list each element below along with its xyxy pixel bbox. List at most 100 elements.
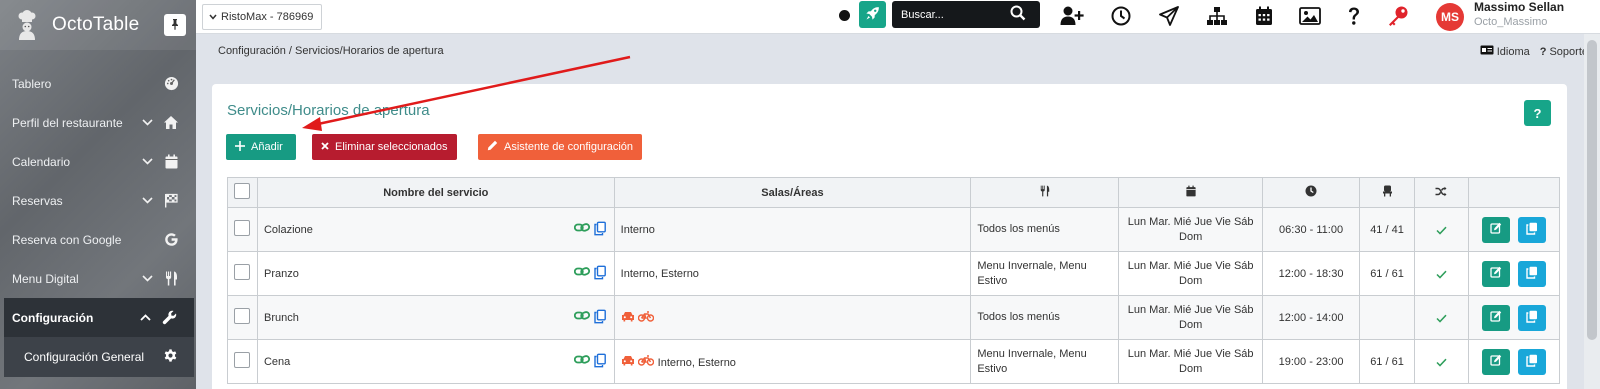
days-cell: Lun Mar. Mié Jue Vie Sáb Dom	[1118, 295, 1264, 340]
edit-button[interactable]	[1481, 304, 1510, 331]
duplicate-icon	[1526, 222, 1538, 238]
duplicate-button[interactable]	[1517, 304, 1546, 331]
column-header-rooms[interactable]: Salas/Áreas	[613, 177, 972, 208]
help-button[interactable]: ?	[1524, 100, 1551, 126]
chevron-down-icon	[142, 197, 156, 204]
edit-button[interactable]	[1481, 216, 1510, 243]
sidebar-item-perfil[interactable]: Perfil del restaurante	[0, 103, 196, 142]
copy-icon[interactable]	[593, 265, 606, 282]
add-button-label: Añadir	[251, 141, 283, 153]
capacity-cell: 41 / 41	[1359, 207, 1415, 252]
row-checkbox[interactable]	[234, 308, 251, 324]
add-button[interactable]: Añadir	[226, 134, 296, 160]
utensils-icon	[162, 270, 180, 288]
link-icon[interactable]	[573, 309, 590, 326]
days-cell: Lun Mar. Mié Jue Vie Sáb Dom	[1118, 251, 1264, 296]
service-name-cell: Pranzo	[256, 251, 615, 296]
services-table: Nombre del servicio Salas/Áreas Colazion…	[227, 177, 1561, 384]
menus-cell: Todos los menús	[970, 207, 1120, 252]
search-input[interactable]	[892, 8, 1004, 21]
sidebar-item-reservas[interactable]: Reservas	[0, 181, 196, 220]
search-icon[interactable]	[1010, 5, 1026, 24]
sidebar-item-label: Tablero	[12, 76, 52, 91]
key-icon[interactable]	[1385, 3, 1411, 29]
avatar[interactable]: MS	[1436, 3, 1464, 31]
table-row[interactable]: Pranzo Interno, Esterno Menu Invernale, Me…	[227, 251, 1561, 296]
duplicate-button[interactable]	[1517, 216, 1546, 243]
link-icon[interactable]	[573, 353, 590, 370]
delete-button-label: Eliminar seleccionados	[335, 141, 448, 153]
support-link[interactable]: ? Soporte	[1540, 46, 1588, 58]
add-user-icon[interactable]	[1059, 3, 1085, 29]
venue-selector[interactable]: RistoMax - 786969	[202, 3, 323, 30]
select-all-checkbox[interactable]	[234, 183, 251, 199]
row-checkbox[interactable]	[234, 220, 251, 236]
sidebar-item-tablero[interactable]: Tablero	[0, 64, 196, 103]
enabled-cell	[1413, 339, 1469, 384]
service-name: Pranzo	[263, 267, 299, 280]
row-checkbox[interactable]	[234, 264, 251, 280]
row-select-cell	[227, 295, 258, 340]
language-link[interactable]: Idioma	[1480, 45, 1530, 58]
language-card-icon	[1480, 45, 1494, 58]
home-icon	[162, 114, 180, 132]
setup-wizard-button[interactable]: Asistente de configuración	[478, 134, 643, 160]
send-icon[interactable]	[1156, 3, 1182, 29]
duplicate-button[interactable]	[1517, 348, 1546, 375]
check-icon	[1436, 222, 1447, 238]
edit-button[interactable]	[1481, 348, 1510, 375]
column-header-actions	[1467, 177, 1561, 208]
service-name-cell: Cena	[256, 339, 615, 384]
sidebar-item-calendario[interactable]: Calendario	[0, 142, 196, 181]
sidebar-subitem-configuracion-general[interactable]: Configuración General	[4, 337, 194, 377]
scrollbar-thumb[interactable]	[1587, 40, 1597, 340]
column-header-capacity[interactable]	[1359, 177, 1415, 208]
edit-button[interactable]	[1481, 260, 1510, 287]
table-row[interactable]: Cena Interno, Esterno Menu Invernale, Menu…	[227, 339, 1561, 384]
days-line: Dom	[1179, 362, 1203, 375]
user-info[interactable]: Massimo Sellan Octo_Massimo	[1474, 0, 1564, 30]
table-row[interactable]: Brunch Todos los menús Lun Mar. Mié Jue Vi…	[227, 295, 1561, 340]
pin-sidebar-button[interactable]	[164, 14, 186, 36]
column-header-days[interactable]	[1118, 177, 1264, 208]
copy-icon[interactable]	[593, 309, 606, 326]
user-handle: Octo_Massimo	[1474, 16, 1548, 28]
sidebar-item-menu-digital[interactable]: Menu Digital	[0, 259, 196, 298]
column-header-shuffle[interactable]	[1413, 177, 1469, 208]
delete-selected-button[interactable]: Eliminar seleccionados	[312, 134, 457, 160]
service-name: Colazione	[263, 223, 313, 236]
sidebar-item-reserva-google[interactable]: Reserva con Google	[0, 220, 196, 259]
copy-icon[interactable]	[593, 353, 606, 370]
days-line: Dom	[1179, 318, 1203, 331]
edit-icon	[1490, 222, 1502, 237]
rocket-button[interactable]	[859, 1, 886, 28]
utensils-icon	[1040, 185, 1050, 200]
actions-cell	[1467, 251, 1561, 296]
rooms-cell: Interno	[613, 207, 972, 252]
sidebar-item-label: Calendario	[12, 154, 71, 169]
plus-icon	[235, 140, 245, 154]
column-header-name[interactable]: Nombre del servicio	[256, 177, 615, 208]
duplicate-button[interactable]	[1517, 260, 1546, 287]
image-gallery-icon[interactable]	[1297, 3, 1323, 29]
link-icon[interactable]	[573, 221, 590, 238]
column-header-time[interactable]	[1262, 177, 1361, 208]
column-header-menus[interactable]	[970, 177, 1120, 208]
calendar-icon[interactable]	[1251, 3, 1277, 29]
scrollbar[interactable]	[1584, 34, 1600, 389]
menus-cell: Todos los menús	[970, 295, 1120, 340]
bicycle-icon	[637, 354, 654, 369]
copy-icon[interactable]	[593, 221, 606, 238]
row-checkbox[interactable]	[234, 352, 251, 368]
calendar-icon	[1186, 185, 1196, 200]
row-select-cell	[227, 207, 258, 252]
check-icon	[1436, 266, 1447, 282]
clock-icon[interactable]	[1108, 3, 1134, 29]
sidebar-item-configuracion[interactable]: Configuración	[4, 298, 194, 337]
table-row[interactable]: Colazione Interno Todos los menús Lun Mar. …	[227, 207, 1561, 252]
sitemap-icon[interactable]	[1204, 3, 1230, 29]
help-icon[interactable]	[1341, 3, 1367, 29]
page-title: Servicios/Horarios de apertura	[227, 102, 430, 119]
link-icon[interactable]	[573, 265, 590, 282]
time-cell: 19:00 - 23:00	[1262, 339, 1361, 384]
